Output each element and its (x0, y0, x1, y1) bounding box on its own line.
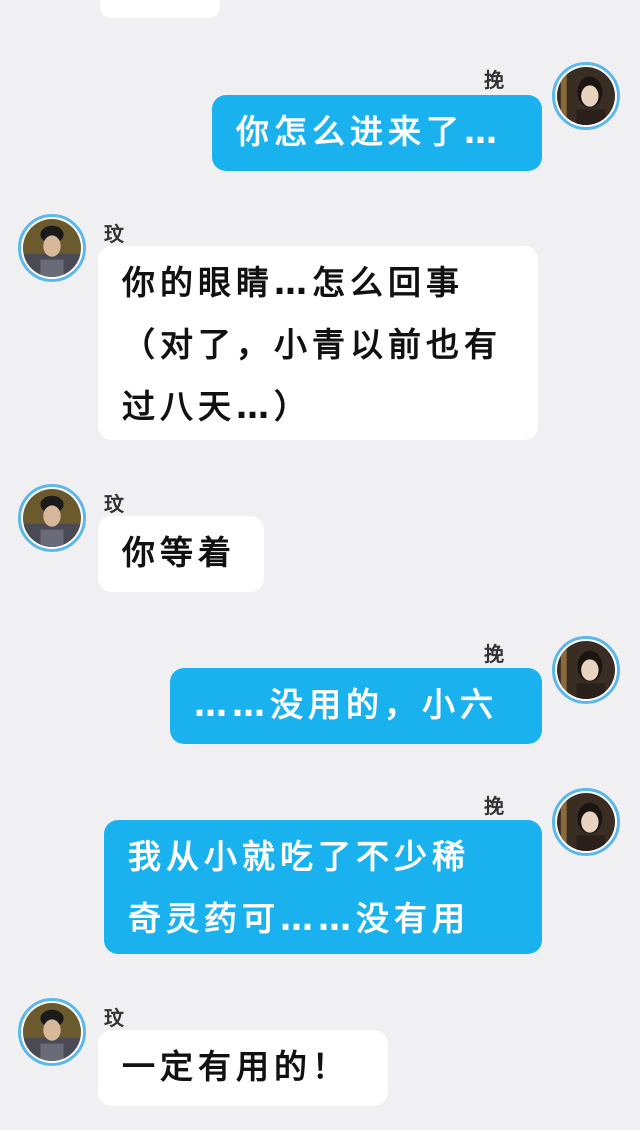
message-bubble[interactable]: 你的眼睛…怎么回事 （对了，小青以前也有 过八天…） (98, 246, 538, 440)
wanqing-avatar[interactable] (552, 62, 620, 130)
wenxiaoliu-avatar[interactable] (18, 214, 86, 282)
wanqing-avatar-image (557, 793, 615, 851)
previous-message-bubble-fragment (100, 0, 220, 18)
wenxiaoliu-avatar-image (23, 489, 81, 547)
message-bubble[interactable]: 一定有用的！ (98, 1030, 388, 1106)
message-bubble[interactable]: 我从小就吃了不少稀 奇灵药可……没有用 (104, 820, 542, 954)
wenxiaoliu-avatar-image (23, 219, 81, 277)
wanqing-avatar[interactable] (552, 636, 620, 704)
wenxiaoliu-avatar-image (23, 1003, 81, 1061)
message-bubble[interactable]: ……没用的，小六 (170, 668, 542, 744)
wanqing-avatar-image (557, 641, 615, 699)
wanqing-avatar-image (557, 67, 615, 125)
message-bubble[interactable]: 你怎么进来了… (212, 95, 542, 171)
wenxiaoliu-avatar[interactable] (18, 484, 86, 552)
message-bubble[interactable]: 你等着 (98, 516, 264, 592)
wenxiaoliu-avatar[interactable] (18, 998, 86, 1066)
wanqing-avatar[interactable] (552, 788, 620, 856)
